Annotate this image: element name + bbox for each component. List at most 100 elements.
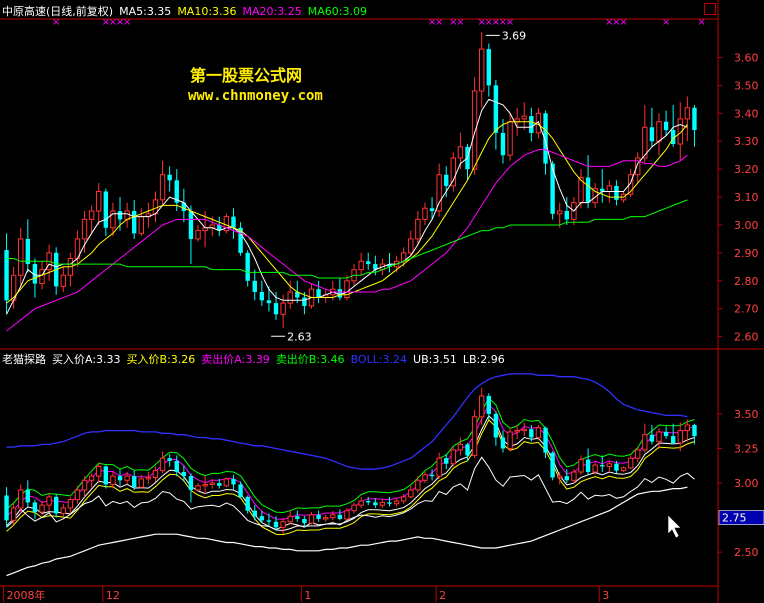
price-candle-body-up — [88, 210, 95, 220]
price-candle-body-up — [287, 291, 293, 304]
indicator-candle-body-down — [302, 518, 307, 524]
indicator-candle-body-down — [670, 436, 676, 443]
high-label: 3.69 — [502, 29, 527, 42]
indicator-candle-body-up — [656, 431, 662, 443]
price-tick-label: 3.50 — [734, 79, 759, 92]
price-candle-body-down — [4, 250, 9, 301]
price-candle-body-down — [585, 177, 591, 203]
indicator-candle-body-up — [351, 504, 357, 512]
value-marker-label: 2.75 — [722, 512, 747, 525]
ma-line-ma60 — [6, 199, 688, 279]
indicator-candle-body-up — [408, 489, 414, 498]
price-candle-body-down — [486, 49, 491, 86]
indicator-candle-body-down — [649, 434, 655, 442]
indicator-candle-body-down — [231, 478, 236, 485]
indicator-candle-body-up — [507, 431, 513, 450]
price-candle-body-up — [358, 260, 364, 271]
indicator-candle-body-up — [400, 496, 407, 502]
indicator-candle-body-up — [96, 465, 102, 477]
price-candle-body-down — [337, 289, 343, 298]
price-candle-body-down — [444, 174, 449, 186]
indicator-candle-body-down — [465, 444, 470, 456]
price-candle-body-down — [614, 185, 619, 200]
indicator-candle-body-up — [571, 471, 577, 481]
price-tick-label: 3.10 — [734, 191, 759, 204]
price-candle-body-up — [471, 90, 478, 170]
low-label: 2.63 — [287, 330, 312, 343]
signal-mark: × — [435, 17, 443, 28]
indicator-candle-body-up — [358, 500, 364, 506]
signal-mark: × — [619, 17, 627, 28]
indicator-candle-body-up — [223, 478, 230, 487]
price-candle-body-up — [415, 218, 421, 240]
price-candle-body-down — [529, 116, 534, 133]
indicator-candle-body-down — [550, 452, 555, 478]
price-candle-body-down — [273, 303, 279, 315]
price-candle-body-down — [188, 211, 194, 239]
indicator-candle-body-up — [159, 457, 166, 472]
price-tick-label: 2.70 — [734, 303, 759, 316]
time-axis-label: 1 — [304, 589, 311, 602]
indicator-candle-body-down — [316, 514, 321, 519]
indicator-candle-body-down — [600, 465, 605, 467]
price-candle-body-down — [117, 211, 123, 220]
price-candle-body-up — [124, 210, 130, 220]
lb-line — [6, 486, 688, 577]
mouse-cursor-icon — [667, 514, 682, 539]
indicator-candle-body-down — [387, 502, 392, 504]
indicator-candle-body-up — [46, 496, 52, 506]
indicator-candle-body-up — [18, 489, 24, 509]
indicator-candle-body-down — [245, 496, 250, 511]
price-candle-body-up — [159, 174, 166, 201]
indicator-tick-label: 3.00 — [734, 477, 759, 490]
indicator-tick-label: 3.25 — [734, 443, 759, 456]
price-candle-body-up — [479, 48, 485, 92]
price-candle-body-down — [167, 174, 172, 181]
price-tick-label: 3.60 — [734, 51, 759, 64]
time-axis-label: 2008年 — [7, 588, 46, 602]
indicator-candle-body-down — [53, 496, 59, 514]
price-candle-body-up — [195, 230, 201, 240]
price-candle-body-up — [408, 238, 414, 254]
price-candle-body-down — [259, 291, 265, 301]
indicator-candle-body-up — [471, 416, 478, 456]
indicator-candle-body-down — [337, 514, 343, 519]
price-candle-body-down — [429, 208, 435, 212]
price-candle-body-up — [280, 302, 286, 315]
indicator-candle-body-up — [436, 457, 442, 477]
indicator-candle-body-up — [322, 517, 329, 520]
price-candle-body-down — [266, 300, 272, 304]
indicator-candle-body-down — [529, 429, 534, 438]
indicator-candle-body-down — [444, 458, 449, 464]
indicator-candle-body-down — [500, 437, 506, 449]
indicator-candle-body-up — [81, 479, 88, 491]
indicator-candle-body-up — [138, 478, 144, 488]
signal-mark: × — [506, 17, 514, 28]
price-candle-body-up — [422, 207, 428, 220]
indicator-candle-body-down — [217, 483, 222, 486]
ub-line — [6, 456, 695, 531]
indicator-candle-body-up — [110, 475, 116, 485]
stock-chart[interactable]: 3.60 3.50 3.40 3.30 3.20 3.10 3.00 2.90 2.80 2.70… — [0, 0, 764, 603]
price-candle-body-up — [507, 121, 513, 156]
indicator-candle-body-up — [514, 430, 520, 433]
indicator-candle-body-down — [614, 463, 619, 471]
indicator-candle-body-up — [393, 500, 400, 505]
band-line-0 — [6, 414, 695, 532]
price-tick-label: 3.00 — [734, 219, 759, 232]
indicator-candle-body-down — [181, 472, 187, 477]
price-candle-body-up — [60, 274, 66, 287]
price-candle-body-up — [18, 238, 24, 276]
price-candle-body-down — [500, 132, 506, 156]
price-candle-body-up — [39, 269, 45, 285]
price-tick-label: 3.30 — [734, 135, 759, 148]
indicator-candle-body-up — [145, 477, 152, 480]
indicator-candle-body-up — [627, 457, 634, 469]
indicator-candle-body-up — [642, 434, 648, 451]
price-candle-body-up — [81, 218, 88, 240]
indicator-candle-body-up — [202, 483, 208, 487]
signal-mark: × — [123, 17, 131, 28]
indicator-candle-body-down — [4, 495, 9, 521]
indicator-candle-body-down — [564, 476, 569, 481]
price-candle-body-down — [649, 127, 655, 142]
